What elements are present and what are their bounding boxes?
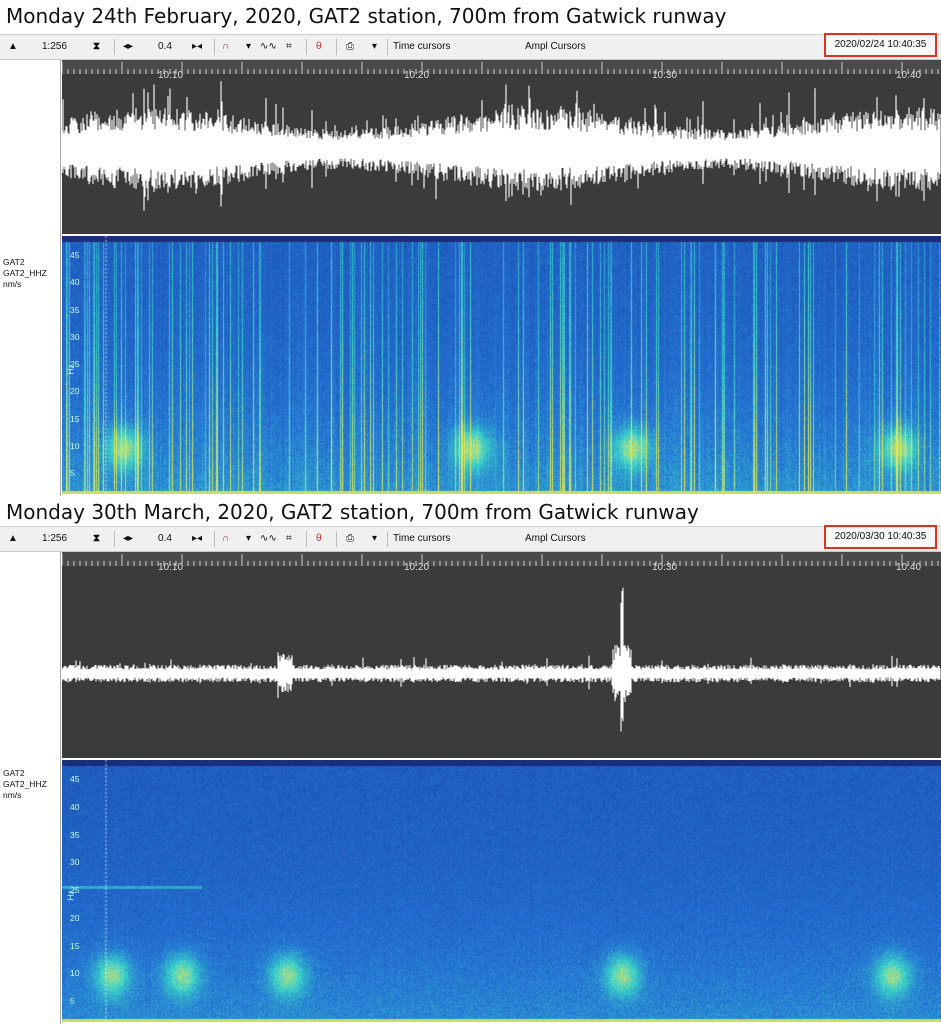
time-tick-label: 10:10	[158, 562, 184, 573]
dropdown-icon[interactable]: ▾	[246, 40, 251, 54]
toolbar: ▲︎ 1:256 ⧗ ◂▸ 0.4 ▸◂ ∩ ▾ ∿∿ ⌗ θ ⎙ ▾ Time…	[0, 33, 941, 60]
fit-icon[interactable]: ⌗	[286, 532, 292, 546]
seismic-trace	[62, 81, 941, 211]
hz-tick-label: 5	[70, 996, 75, 1006]
trace-path	[62, 81, 941, 211]
component-name: GAT2_HHZ	[3, 268, 47, 278]
hz-tick-label: 45	[70, 250, 80, 260]
time-tick-label: 10:30	[652, 70, 678, 81]
toolbar-divider	[214, 531, 215, 547]
hz-tick-label: 40	[70, 277, 80, 288]
time-tick-label: 10:10	[158, 70, 184, 81]
filter-icon[interactable]: ∩	[222, 40, 229, 54]
toolbar-divider	[114, 531, 115, 547]
time-zoom-icon[interactable]: ▸◂	[192, 532, 202, 546]
time-zoom-icon[interactable]: ▸◂	[192, 40, 202, 54]
hz-tick-label: 30	[70, 331, 80, 342]
print-icon[interactable]: ⎙	[346, 40, 354, 54]
waveform-plot[interactable]: 10:10 10:20 10:30 10:40	[62, 562, 941, 758]
hz-tick-label: 10	[70, 440, 80, 451]
dropdown-icon[interactable]: ▾	[372, 532, 377, 546]
time-tick-label: 10:30	[652, 562, 678, 573]
filter-icon[interactable]: ∩	[222, 532, 229, 546]
units-label: nm/s	[3, 279, 22, 289]
hz-tick-label: 20	[70, 386, 80, 397]
dropdown-icon[interactable]: ▾	[372, 40, 377, 54]
hz-axis-unit: Hz	[66, 890, 76, 901]
up-down-arrows-icon[interactable]: ▲︎	[8, 532, 18, 546]
timestamp-highlight: 2020/03/30 10:40:35	[824, 525, 937, 549]
vertical-zoom-icon[interactable]: ⧗	[93, 532, 100, 546]
channel-label: GAT2 GAT2_HHZ nm/s	[3, 257, 57, 290]
component-name: GAT2_HHZ	[3, 779, 47, 789]
hz-tick-label: 10	[70, 968, 80, 979]
panel-title: Monday 24th February, 2020, GAT2 station…	[6, 4, 727, 28]
timestamp-highlight: 2020/02/24 10:40:35	[824, 33, 937, 57]
hz-tick-label: 40	[70, 801, 80, 812]
time-tick-label: 10:40	[896, 562, 922, 573]
hz-tick-label: 15	[70, 940, 80, 951]
spectrogram[interactable]: 45 40 35 30 25 20 15 10 5 Hz	[62, 236, 941, 494]
hz-tick-label: 35	[70, 829, 80, 840]
panel-mar: Monday 30th March, 2020, GAT2 station, 7…	[0, 498, 941, 1024]
units-label: nm/s	[3, 790, 22, 800]
hz-tick-label: 45	[70, 774, 80, 784]
toolbar-divider	[306, 531, 307, 547]
horizontal-zoom-icon[interactable]: ◂▸	[123, 40, 133, 54]
fit-icon[interactable]: ⌗	[286, 40, 292, 54]
hz-tick-label: 5	[70, 468, 75, 478]
time-cursors-button[interactable]: Time cursors	[393, 532, 450, 546]
toolbar-divider	[114, 39, 115, 55]
spectrogram-image	[62, 760, 941, 1022]
ampl-cursors-button[interactable]: Ampl Cursors	[525, 532, 586, 546]
time-tick-label: 10:40	[896, 70, 922, 81]
up-down-arrows-icon[interactable]: ▲︎	[8, 40, 18, 54]
toolbar-divider	[306, 39, 307, 55]
toolbar-divider	[336, 531, 337, 547]
channel-column: GAT2 GAT2_HHZ nm/s	[0, 552, 61, 1024]
ampl-cursors-button[interactable]: Ampl Cursors	[525, 40, 586, 54]
panel-feb: Monday 24th February, 2020, GAT2 station…	[0, 0, 941, 496]
time-ruler	[62, 60, 941, 74]
toolbar-divider	[387, 39, 388, 55]
ruler-ticks	[62, 554, 939, 566]
panel-title: Monday 30th March, 2020, GAT2 station, 7…	[6, 500, 699, 524]
seismic-trace	[62, 587, 941, 732]
toolbar: ▲︎ 1:256 ⧗ ◂▸ 0.4 ▸◂ ∩ ▾ ∿∿ ⌗ θ ⎙ ▾ Time…	[0, 525, 941, 552]
time-ruler	[62, 552, 941, 566]
ruler-ticks	[62, 62, 939, 74]
scale-value[interactable]: 1:256	[42, 40, 67, 54]
horizontal-zoom-icon[interactable]: ◂▸	[123, 532, 133, 546]
time-cursors-button[interactable]: Time cursors	[393, 40, 450, 54]
trace-path	[62, 587, 941, 732]
wave-icon[interactable]: ∿∿	[260, 532, 277, 546]
station-name: GAT2	[3, 257, 25, 267]
channel-column: GAT2 GAT2_HHZ nm/s	[0, 60, 61, 496]
time-tick-label: 10:20	[404, 70, 430, 81]
hz-tick-label: 15	[70, 413, 80, 424]
gain-value[interactable]: 0.4	[158, 40, 172, 54]
wave-icon[interactable]: ∿∿	[260, 40, 277, 54]
hz-tick-label: 20	[70, 912, 80, 923]
hz-axis-unit: Hz	[66, 364, 76, 375]
waveform-plot[interactable]: 10:10 10:20 10:30 10:40	[62, 70, 941, 234]
vertical-zoom-icon[interactable]: ⧗	[93, 40, 100, 54]
toolbar-divider	[387, 531, 388, 547]
time-tick-label: 10:20	[404, 562, 430, 573]
channel-label: GAT2 GAT2_HHZ nm/s	[3, 768, 57, 801]
print-icon[interactable]: ⎙	[346, 532, 354, 546]
scale-value[interactable]: 1:256	[42, 532, 67, 546]
gain-value[interactable]: 0.4	[158, 532, 172, 546]
spectrum-icon[interactable]: θ	[316, 532, 322, 546]
spectrum-icon[interactable]: θ	[316, 40, 322, 54]
spectrogram-image	[62, 236, 941, 494]
hz-tick-label: 35	[70, 304, 80, 315]
spectrogram[interactable]: 45 40 35 30 25 20 15 10 5 Hz	[62, 760, 941, 1022]
station-name: GAT2	[3, 768, 25, 778]
hz-tick-label: 30	[70, 857, 80, 868]
toolbar-divider	[336, 39, 337, 55]
toolbar-divider	[214, 39, 215, 55]
dropdown-icon[interactable]: ▾	[246, 532, 251, 546]
